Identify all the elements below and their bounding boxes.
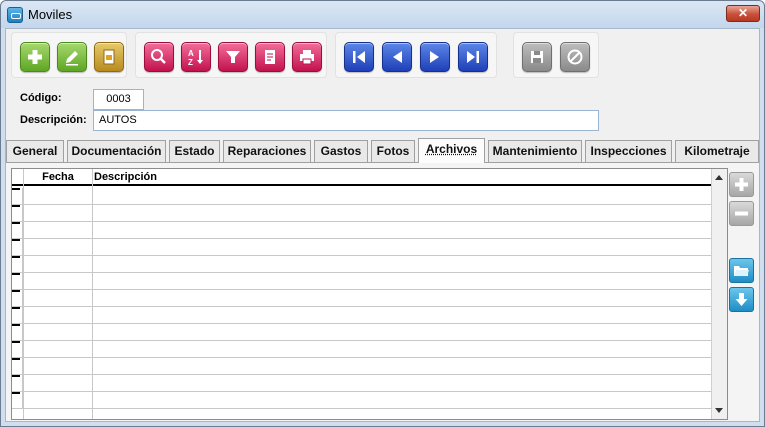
- window-title: Moviles: [28, 7, 73, 22]
- row-indicator: [12, 290, 23, 306]
- next-record-icon: [430, 51, 439, 63]
- row-indicator: [12, 307, 23, 323]
- row-indicator: [12, 239, 23, 255]
- remove-row-icon: [735, 211, 748, 216]
- column-header-fecha[interactable]: Fecha: [24, 171, 92, 183]
- last-record-button[interactable]: [458, 42, 488, 72]
- cancel-button[interactable]: [560, 42, 590, 72]
- save-icon: [531, 51, 543, 63]
- column-divider: [92, 169, 93, 419]
- add-icon: [28, 50, 42, 64]
- tab-fotos[interactable]: Fotos: [371, 140, 415, 162]
- row-indicator: [12, 273, 23, 289]
- client-area: AZ Código: 0003 Descripción: AUTOS Gener…: [5, 28, 760, 422]
- toolbar-group-save: [513, 32, 599, 78]
- add-button[interactable]: [20, 42, 50, 72]
- open-folder-button[interactable]: [729, 258, 754, 283]
- descripcion-label: Descripción:: [20, 114, 87, 126]
- next-record-button[interactable]: [420, 42, 450, 72]
- download-button[interactable]: [729, 287, 754, 312]
- print-icon: [300, 50, 314, 65]
- tab-strip: General Documentación Estado Reparacione…: [6, 138, 761, 163]
- add-row-button[interactable]: [729, 172, 754, 197]
- copy-button[interactable]: [94, 42, 124, 72]
- filter-icon: [226, 51, 240, 63]
- cancel-icon: [567, 49, 583, 65]
- row-indicator: [12, 375, 23, 391]
- copy-icon: [103, 49, 115, 65]
- row-indicator: [12, 188, 23, 204]
- table-row[interactable]: [12, 324, 712, 341]
- tab-general[interactable]: General: [6, 140, 64, 162]
- app-icon: [7, 7, 23, 23]
- first-record-button[interactable]: [344, 42, 374, 72]
- tab-kilometraje[interactable]: Kilometraje: [675, 140, 759, 162]
- codigo-label: Código:: [20, 92, 62, 104]
- table-row[interactable]: [12, 358, 712, 375]
- scroll-down-icon[interactable]: [715, 408, 723, 413]
- first-record-icon: [353, 51, 365, 63]
- descripcion-field[interactable]: AUTOS: [93, 110, 599, 131]
- toolbar-group-navigation: [335, 32, 497, 78]
- grid-header: Fecha Descripción: [12, 169, 712, 186]
- previous-record-icon: [393, 51, 402, 63]
- report-button[interactable]: [255, 42, 285, 72]
- svg-text:A: A: [188, 49, 194, 58]
- row-indicator: [12, 358, 23, 374]
- row-indicator: [12, 341, 23, 357]
- sort-az-icon: AZ: [188, 49, 203, 67]
- table-row[interactable]: [12, 222, 712, 239]
- table-row[interactable]: [12, 256, 712, 273]
- table-row[interactable]: [12, 392, 712, 409]
- table-row[interactable]: [12, 375, 712, 392]
- toolbar-group-edit: [11, 32, 127, 78]
- search-button[interactable]: [144, 42, 174, 72]
- remove-row-button[interactable]: [729, 201, 754, 226]
- table-row[interactable]: [12, 188, 712, 205]
- row-indicator: [12, 392, 23, 408]
- print-button[interactable]: [292, 42, 322, 72]
- tab-reparaciones[interactable]: Reparaciones: [223, 140, 311, 162]
- title-bar[interactable]: Moviles ✕: [1, 1, 764, 28]
- archivos-panel: Fecha Descripción: [6, 162, 759, 421]
- table-row[interactable]: [12, 205, 712, 222]
- row-indicator: [12, 222, 23, 238]
- table-row[interactable]: [12, 307, 712, 324]
- tab-inspecciones[interactable]: Inspecciones: [585, 140, 672, 162]
- table-row[interactable]: [12, 239, 712, 256]
- save-button[interactable]: [522, 42, 552, 72]
- table-row[interactable]: [12, 341, 712, 358]
- row-indicator: [12, 324, 23, 340]
- last-record-icon: [467, 51, 479, 63]
- column-header-descripcion[interactable]: Descripción: [94, 171, 157, 183]
- files-grid[interactable]: Fecha Descripción: [11, 168, 728, 420]
- tab-archivos[interactable]: Archivos: [418, 138, 485, 163]
- tab-mantenimiento[interactable]: Mantenimiento: [488, 140, 582, 162]
- edit-icon: [66, 51, 78, 66]
- previous-record-button[interactable]: [382, 42, 412, 72]
- add-row-icon: [735, 178, 748, 191]
- row-indicator: [12, 256, 23, 272]
- tab-documentacion[interactable]: Documentación: [67, 140, 166, 162]
- download-icon: [735, 293, 748, 306]
- close-button[interactable]: ✕: [726, 5, 760, 22]
- report-icon: [265, 50, 275, 64]
- tab-estado[interactable]: Estado: [169, 140, 220, 162]
- edit-button[interactable]: [57, 42, 87, 72]
- codigo-field[interactable]: 0003: [93, 89, 144, 110]
- scroll-up-icon[interactable]: [715, 175, 723, 180]
- app-window: Moviles ✕ AZ Código: 0003 Descripción: A…: [0, 0, 765, 427]
- table-row[interactable]: [12, 273, 712, 290]
- svg-text:Z: Z: [188, 58, 193, 67]
- toolbar-group-tools: AZ: [135, 32, 327, 78]
- filter-button[interactable]: [218, 42, 248, 72]
- table-row[interactable]: [12, 290, 712, 307]
- open-folder-icon: [734, 266, 749, 276]
- tab-gastos[interactable]: Gastos: [314, 140, 368, 162]
- row-indicator: [12, 205, 23, 221]
- grid-vertical-scrollbar[interactable]: [711, 169, 727, 419]
- column-divider: [23, 169, 24, 419]
- sort-button[interactable]: AZ: [181, 42, 211, 72]
- search-icon: [151, 49, 166, 64]
